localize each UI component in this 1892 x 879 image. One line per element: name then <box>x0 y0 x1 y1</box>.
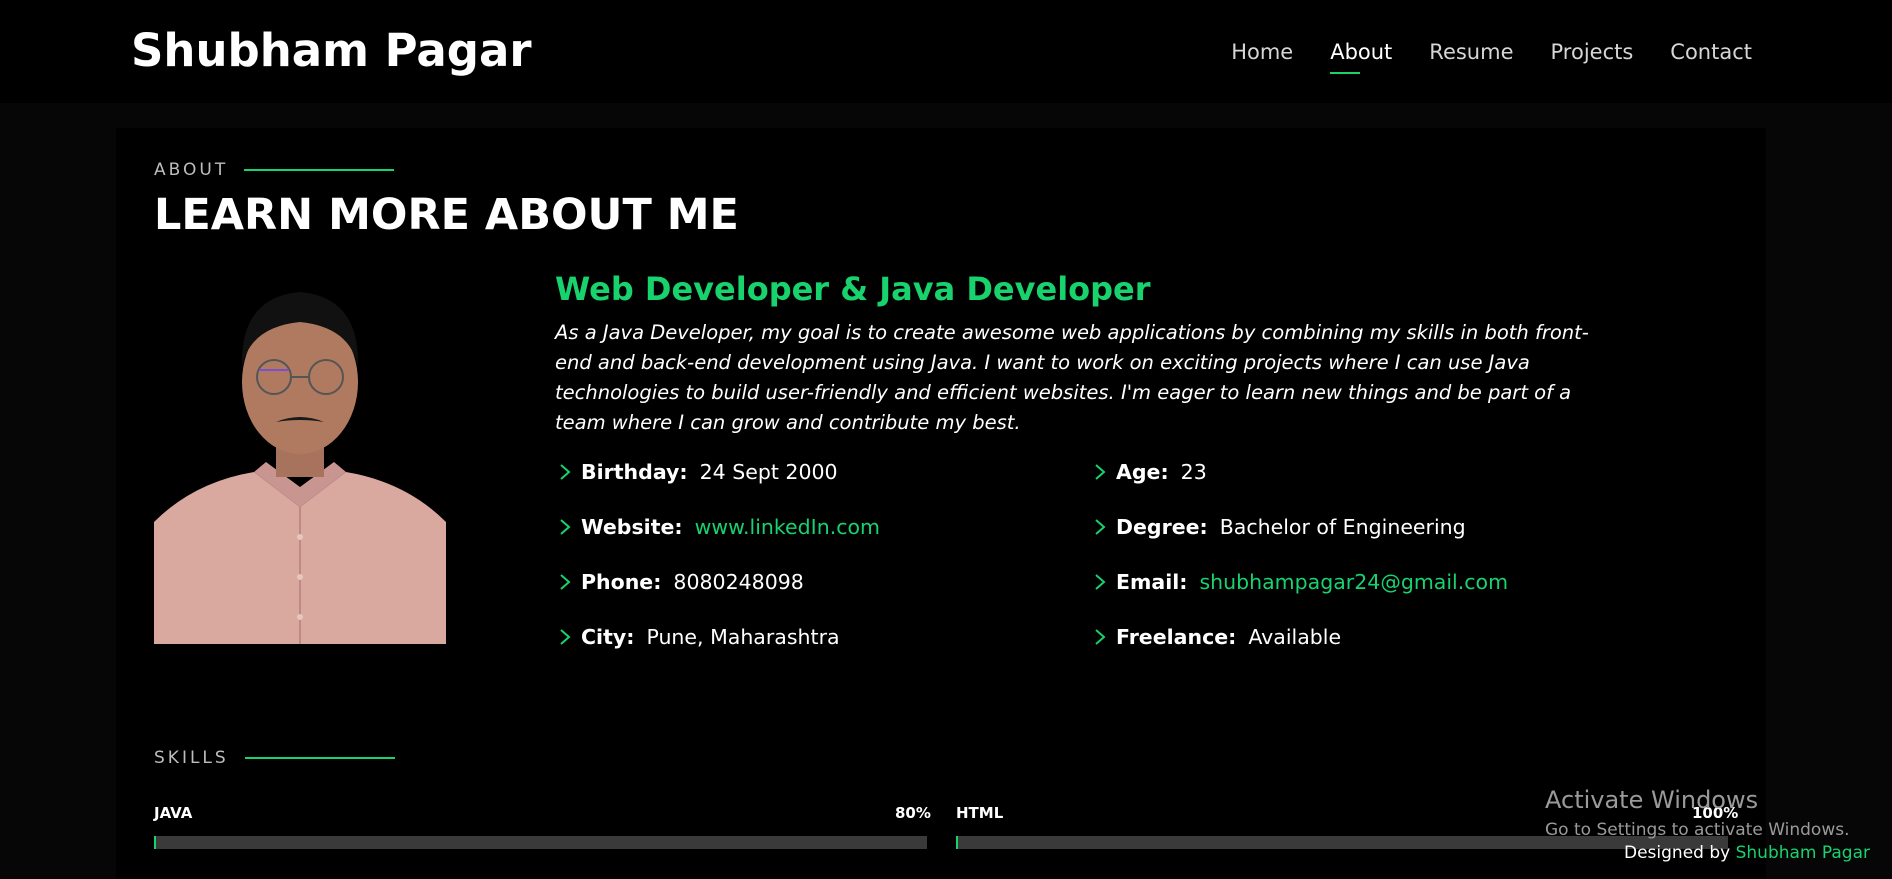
info-key: Freelance: <box>1116 625 1237 649</box>
skills-label-text: SKILLS <box>154 748 229 768</box>
info-key: Degree: <box>1116 515 1208 539</box>
footer-credits: Designed by Shubham Pagar <box>1624 843 1870 863</box>
chevron-right-icon <box>1095 574 1106 590</box>
info-value: 24 Sept 2000 <box>699 460 838 484</box>
info-birthday: Birthday: 24 Sept 2000 <box>555 460 838 484</box>
about-label-text: ABOUT <box>154 160 229 180</box>
skills-label-divider <box>244 757 395 759</box>
nav-contact[interactable]: Contact <box>1670 40 1752 74</box>
about-headline: LEARN MORE ABOUT ME <box>154 190 739 240</box>
info-key: Age: <box>1116 460 1169 484</box>
info-key: Phone: <box>581 570 662 594</box>
chevron-right-icon <box>1095 464 1106 480</box>
chevron-right-icon <box>560 519 571 535</box>
nav-home[interactable]: Home <box>1231 40 1293 74</box>
skill-bar-java <box>154 836 927 849</box>
main-nav: Home About Resume Projects Contact <box>1231 40 1752 74</box>
site-header: Shubham Pagar Home About Resume Projects… <box>0 0 1892 103</box>
info-age: Age: 23 <box>1090 460 1207 484</box>
skill-value-java: 80% <box>895 804 931 822</box>
info-value: Bachelor of Engineering <box>1219 515 1466 539</box>
nav-projects[interactable]: Projects <box>1551 40 1634 74</box>
info-key: City: <box>581 625 635 649</box>
skills-section-label: SKILLS <box>154 748 395 768</box>
chevron-right-icon <box>1095 629 1106 645</box>
chevron-right-icon <box>560 464 571 480</box>
site-logo[interactable]: Shubham Pagar <box>131 24 532 77</box>
info-email: Email: shubhampagar24@gmail.com <box>1090 570 1508 594</box>
info-key: Birthday: <box>581 460 688 484</box>
info-city: City: Pune, Maharashtra <box>555 625 840 649</box>
info-freelance: Freelance: Available <box>1090 625 1341 649</box>
skill-bar-fill <box>956 836 958 849</box>
info-key: Website: <box>581 515 683 539</box>
email-link[interactable]: shubhampagar24@gmail.com <box>1199 570 1508 594</box>
info-website: Website: www.linkedIn.com <box>555 515 880 539</box>
chevron-right-icon <box>1095 519 1106 535</box>
chevron-right-icon <box>560 574 571 590</box>
website-link[interactable]: www.linkedIn.com <box>695 515 880 539</box>
nav-about[interactable]: About <box>1330 40 1392 74</box>
info-value: Available <box>1248 625 1342 649</box>
skill-name-java: JAVA <box>154 804 193 822</box>
chevron-right-icon <box>560 629 571 645</box>
profile-photo <box>154 272 446 644</box>
credits-prefix: Designed by <box>1624 843 1731 863</box>
windows-activation-watermark: Activate Windows Go to Settings to activ… <box>1545 786 1850 840</box>
activate-title: Activate Windows <box>1545 786 1759 814</box>
skill-bar-fill <box>154 836 156 849</box>
nav-resume[interactable]: Resume <box>1429 40 1513 74</box>
credits-designer-link[interactable]: Shubham Pagar <box>1736 843 1870 863</box>
info-value: Pune, Maharashtra <box>646 625 840 649</box>
info-key: Email: <box>1116 570 1188 594</box>
info-value: 8080248098 <box>673 570 804 594</box>
info-value: 23 <box>1180 460 1207 484</box>
activate-subtitle: Go to Settings to activate Windows. <box>1545 820 1850 840</box>
about-section-label: ABOUT <box>154 160 395 180</box>
info-degree: Degree: Bachelor of Engineering <box>1090 515 1466 539</box>
skill-name-html: HTML <box>956 804 1004 822</box>
role-title: Web Developer & Java Developer <box>555 270 1151 308</box>
info-phone: Phone: 8080248098 <box>555 570 804 594</box>
about-description: As a Java Developer, my goal is to creat… <box>555 321 1589 434</box>
about-label-divider <box>244 169 395 171</box>
